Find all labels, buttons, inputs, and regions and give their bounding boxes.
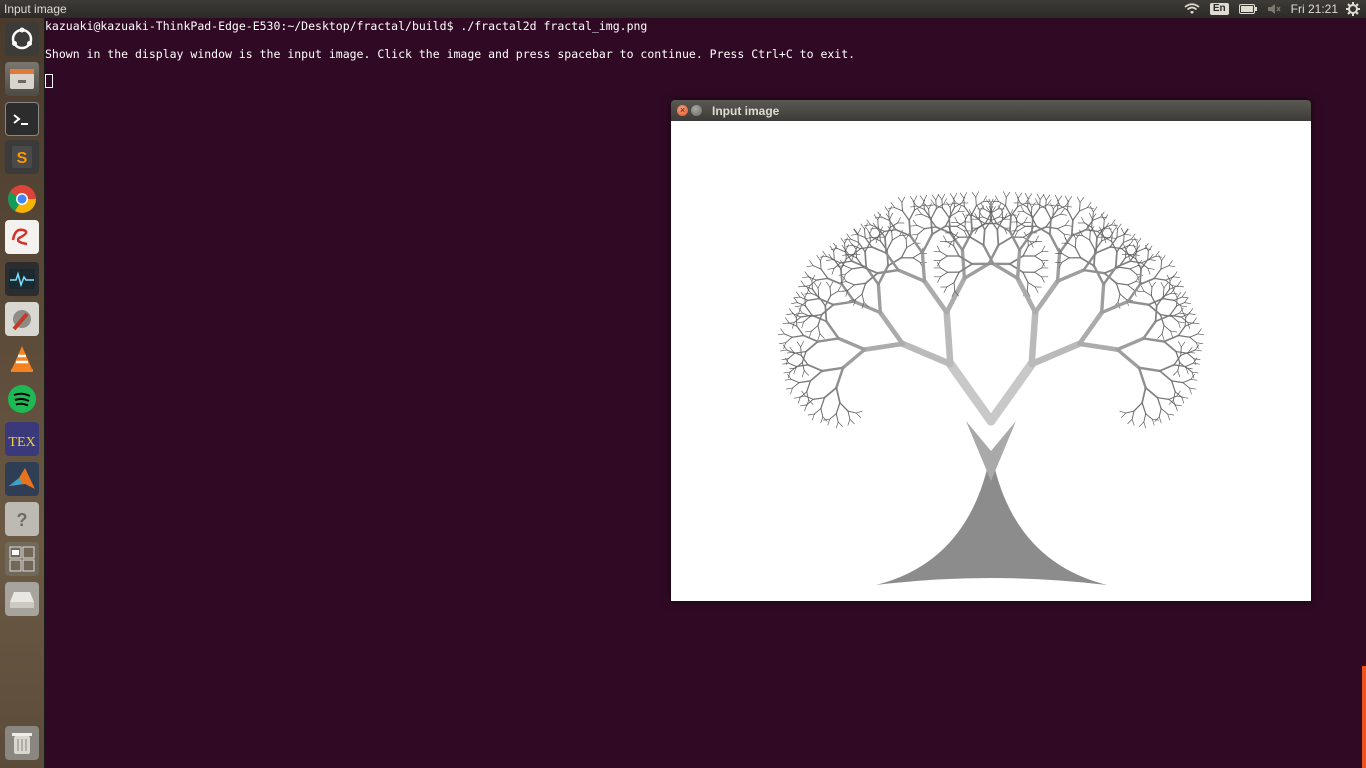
launcher: S TEX ? — [0, 18, 45, 768]
svg-text:S: S — [17, 150, 28, 167]
dash-icon[interactable] — [5, 22, 39, 56]
panel-edge-accent — [1362, 666, 1366, 768]
svg-text:TEX: TEX — [8, 435, 35, 450]
window-title: Input image — [712, 104, 780, 118]
top-panel: Input image En Fri 21:21 — [0, 0, 1366, 18]
chrome-icon[interactable] — [5, 182, 39, 216]
keyboard-layout-indicator[interactable]: En — [1209, 3, 1229, 15]
vlc-icon[interactable] — [5, 342, 39, 376]
close-button[interactable]: × — [677, 105, 688, 116]
terminal-output-line: Shown in the display window is the input… — [45, 47, 856, 61]
texmaker-icon[interactable]: TEX — [5, 422, 39, 456]
clock[interactable]: Fri 21:21 — [1291, 0, 1338, 18]
terminal-command-line: kazuaki@kazuaki-ThinkPad-Edge-E530:~/Des… — [45, 19, 648, 33]
settings-icon[interactable] — [5, 302, 39, 336]
fractal-tree-image[interactable] — [671, 121, 1311, 601]
fractal-tree-graphic — [777, 191, 1205, 585]
active-window-title: Input image — [4, 2, 67, 16]
minimize-button[interactable] — [691, 105, 702, 116]
evince-icon[interactable] — [5, 220, 39, 254]
input-image-window[interactable]: × Input image — [671, 100, 1311, 601]
svg-text:?: ? — [17, 510, 28, 530]
terminal-cursor — [45, 74, 53, 88]
battery-icon[interactable] — [1238, 4, 1257, 14]
workspace-switcher-icon[interactable] — [5, 542, 39, 576]
terminal-icon[interactable] — [5, 102, 39, 136]
help-icon[interactable]: ? — [5, 502, 39, 536]
gear-icon[interactable] — [1346, 2, 1360, 16]
volume-icon[interactable] — [1267, 3, 1281, 15]
window-titlebar[interactable]: × Input image — [671, 100, 1311, 121]
trash-icon[interactable] — [5, 726, 39, 760]
wifi-icon[interactable] — [1184, 3, 1200, 15]
matlab-icon[interactable] — [5, 462, 39, 496]
system-tray: En Fri 21:21 — [1184, 0, 1366, 18]
drive-icon[interactable] — [5, 582, 39, 616]
system-monitor-icon[interactable] — [5, 262, 39, 296]
spotify-icon[interactable] — [5, 382, 39, 416]
files-icon[interactable] — [5, 62, 39, 96]
sublime-text-icon[interactable]: S — [5, 140, 39, 174]
